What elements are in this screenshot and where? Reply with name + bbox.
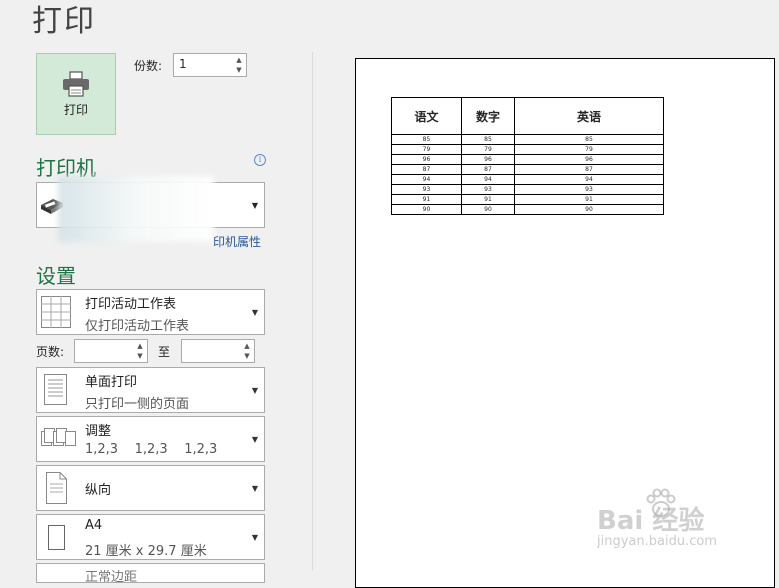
- chevron-down-icon: ▼: [251, 484, 258, 493]
- orientation-title: 纵向: [85, 483, 112, 498]
- collate-title: 调整: [85, 424, 112, 439]
- table-row: 87 87 87: [391, 164, 664, 175]
- table-cell: 94: [514, 174, 664, 185]
- table-cell: 79: [391, 144, 462, 155]
- table-cell: 79: [461, 144, 515, 155]
- copies-value: 1: [179, 57, 187, 71]
- print-preview: 语文 数字 英语 85 85 85 79 79 79 96 96 96 87 87 87 94 9…: [355, 58, 775, 588]
- pages-label: 页数:: [36, 345, 65, 359]
- portrait-page-icon: [46, 472, 67, 504]
- table-row: 79 79 79: [391, 144, 664, 155]
- pages-to-increment-icon[interactable]: ▲: [242, 341, 252, 351]
- chevron-down-icon: ▼: [251, 386, 258, 395]
- table-row: 90 90 90: [391, 204, 664, 215]
- printer-properties-link[interactable]: 印机属性: [213, 233, 261, 250]
- copies-decrement-icon[interactable]: ▼: [234, 65, 244, 75]
- table-cell: 87: [391, 164, 462, 175]
- watermark-url: jingyan.baidu.com: [597, 534, 717, 549]
- redacted-printer-name: [58, 176, 214, 242]
- table-cell: 91: [391, 194, 462, 205]
- watermark-brand: Bai 经验: [597, 506, 705, 536]
- chevron-down-icon: ▼: [251, 308, 258, 317]
- table-cell: 94: [461, 174, 515, 185]
- settings-heading: 设置: [36, 264, 76, 288]
- table-row: 96 96 96: [391, 154, 664, 165]
- preview-table: 语文 数字 英语 85 85 85 79 79 79 96 96 96 87 87 87 94 9…: [391, 97, 664, 215]
- preview-header-cell: 语文: [391, 97, 462, 135]
- pages-from-input[interactable]: ▲ ▼: [74, 339, 148, 363]
- print-what-select[interactable]: 打印活动工作表 仅打印活动工作表 ▼: [36, 289, 265, 335]
- sides-subtitle: 只打印一侧的页面: [85, 397, 190, 412]
- table-cell: 79: [514, 144, 664, 155]
- info-icon[interactable]: i: [254, 154, 266, 166]
- chevron-down-icon: ▼: [251, 201, 258, 210]
- printer-icon: [63, 70, 89, 97]
- preview-header-row: 语文 数字 英语: [391, 97, 664, 135]
- table-cell: 91: [461, 194, 515, 205]
- pages-from-decrement-icon[interactable]: ▼: [135, 351, 145, 361]
- print-button-label: 打印: [63, 102, 88, 117]
- paper-size-select[interactable]: A4 21 厘米 x 29.7 厘米 ▼: [36, 514, 265, 560]
- paper-size-subtitle: 21 厘米 x 29.7 厘米: [85, 544, 207, 559]
- table-cell: 94: [391, 174, 462, 185]
- sheet-grid-icon: [41, 296, 71, 328]
- sides-select[interactable]: 单面打印 只打印一侧的页面 ▼: [36, 367, 265, 413]
- table-cell: 96: [391, 154, 462, 165]
- margins-title: 正常边距: [85, 570, 138, 583]
- paper-size-title: A4: [85, 518, 103, 533]
- single-page-icon: [44, 374, 67, 405]
- table-cell: 87: [461, 164, 515, 175]
- copies-increment-icon[interactable]: ▲: [234, 55, 244, 65]
- preview-header-cell: 英语: [514, 97, 664, 135]
- table-cell: 93: [391, 184, 462, 195]
- collate-subtitle: 1,2,3 1,2,3 1,2,3: [85, 442, 218, 457]
- page-title: 打印: [32, 4, 96, 39]
- table-cell: 93: [461, 184, 515, 195]
- print-what-title: 打印活动工作表: [85, 297, 177, 312]
- table-cell: 90: [461, 204, 515, 215]
- orientation-select[interactable]: 纵向 ▼: [36, 465, 265, 511]
- print-what-subtitle: 仅打印活动工作表: [85, 319, 190, 334]
- table-row: 91 91 91: [391, 194, 664, 205]
- sides-title: 单面打印: [85, 375, 138, 390]
- preview-header-cell: 数字: [461, 97, 515, 135]
- pages-separator: 至: [158, 345, 171, 359]
- margins-select[interactable]: 正常边距: [36, 563, 265, 583]
- copies-input[interactable]: 1 ▲ ▼: [173, 53, 247, 77]
- table-cell: 85: [514, 134, 664, 145]
- table-cell: 87: [514, 164, 664, 175]
- table-cell: 85: [391, 134, 462, 145]
- pages-to-decrement-icon[interactable]: ▼: [242, 351, 252, 361]
- table-row: 85 85 85: [391, 134, 664, 145]
- collate-select[interactable]: 调整 1,2,3 1,2,3 1,2,3 ▼: [36, 416, 265, 462]
- table-cell: 96: [461, 154, 515, 165]
- chevron-down-icon: ▼: [251, 533, 258, 542]
- paper-size-icon: [48, 525, 65, 550]
- table-row: 94 94 94: [391, 174, 664, 185]
- table-cell: 96: [514, 154, 664, 165]
- table-cell: 90: [514, 204, 664, 215]
- chevron-down-icon: ▼: [251, 435, 258, 444]
- panel-divider: [312, 52, 313, 571]
- collate-icon: [41, 428, 76, 446]
- pages-to-input[interactable]: ▲ ▼: [181, 339, 255, 363]
- print-button[interactable]: 打印: [36, 53, 116, 135]
- table-cell: 91: [514, 194, 664, 205]
- table-cell: 85: [461, 134, 515, 145]
- table-cell: 90: [391, 204, 462, 215]
- table-row: 93 93 93: [391, 184, 664, 195]
- pages-from-increment-icon[interactable]: ▲: [135, 341, 145, 351]
- copies-label: 份数:: [134, 59, 163, 73]
- table-cell: 93: [514, 184, 664, 195]
